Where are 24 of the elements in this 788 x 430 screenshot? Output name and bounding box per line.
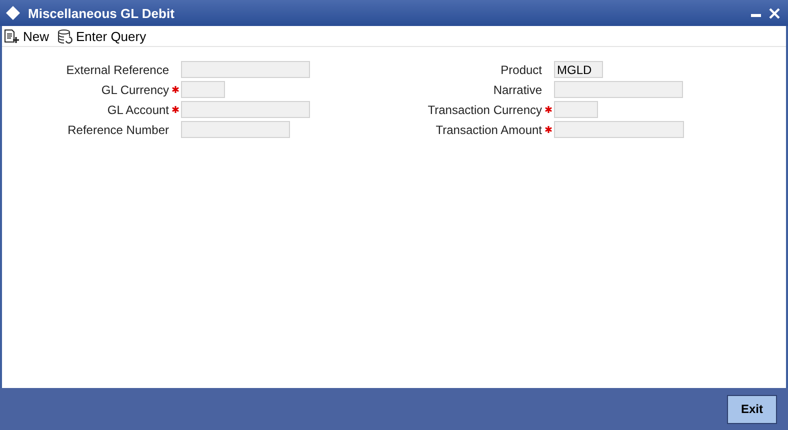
field-label: GL Account: [106, 102, 169, 116]
field-label: External Reference: [65, 62, 169, 76]
database-icon: [57, 28, 74, 44]
toolbar-button[interactable]: New: [4, 28, 50, 44]
text-field[interactable]: [181, 61, 310, 78]
field-label: Narrative: [492, 82, 542, 96]
field-label: Product: [500, 62, 542, 76]
field-label: Reference Number: [66, 122, 169, 136]
text-field[interactable]: MGLD: [554, 61, 603, 78]
window-title: Miscellaneous GL Debit: [28, 6, 176, 20]
field-label: Transaction Currency: [426, 102, 542, 116]
field-label: GL Currency: [100, 82, 169, 96]
text-field[interactable]: [554, 81, 683, 98]
text-field[interactable]: [181, 121, 290, 138]
text-field[interactable]: [181, 81, 225, 98]
new-document-icon: [4, 28, 20, 44]
text-field[interactable]: [181, 101, 310, 118]
exit-button[interactable]: Exit: [727, 394, 777, 424]
text-field[interactable]: [554, 101, 598, 118]
text-field[interactable]: [554, 121, 684, 138]
toolbar-button[interactable]: Enter Query: [57, 28, 146, 44]
field-label: Transaction Amount: [434, 122, 542, 136]
close-icon[interactable]: [769, 8, 780, 18]
diamond-icon: [6, 6, 20, 20]
